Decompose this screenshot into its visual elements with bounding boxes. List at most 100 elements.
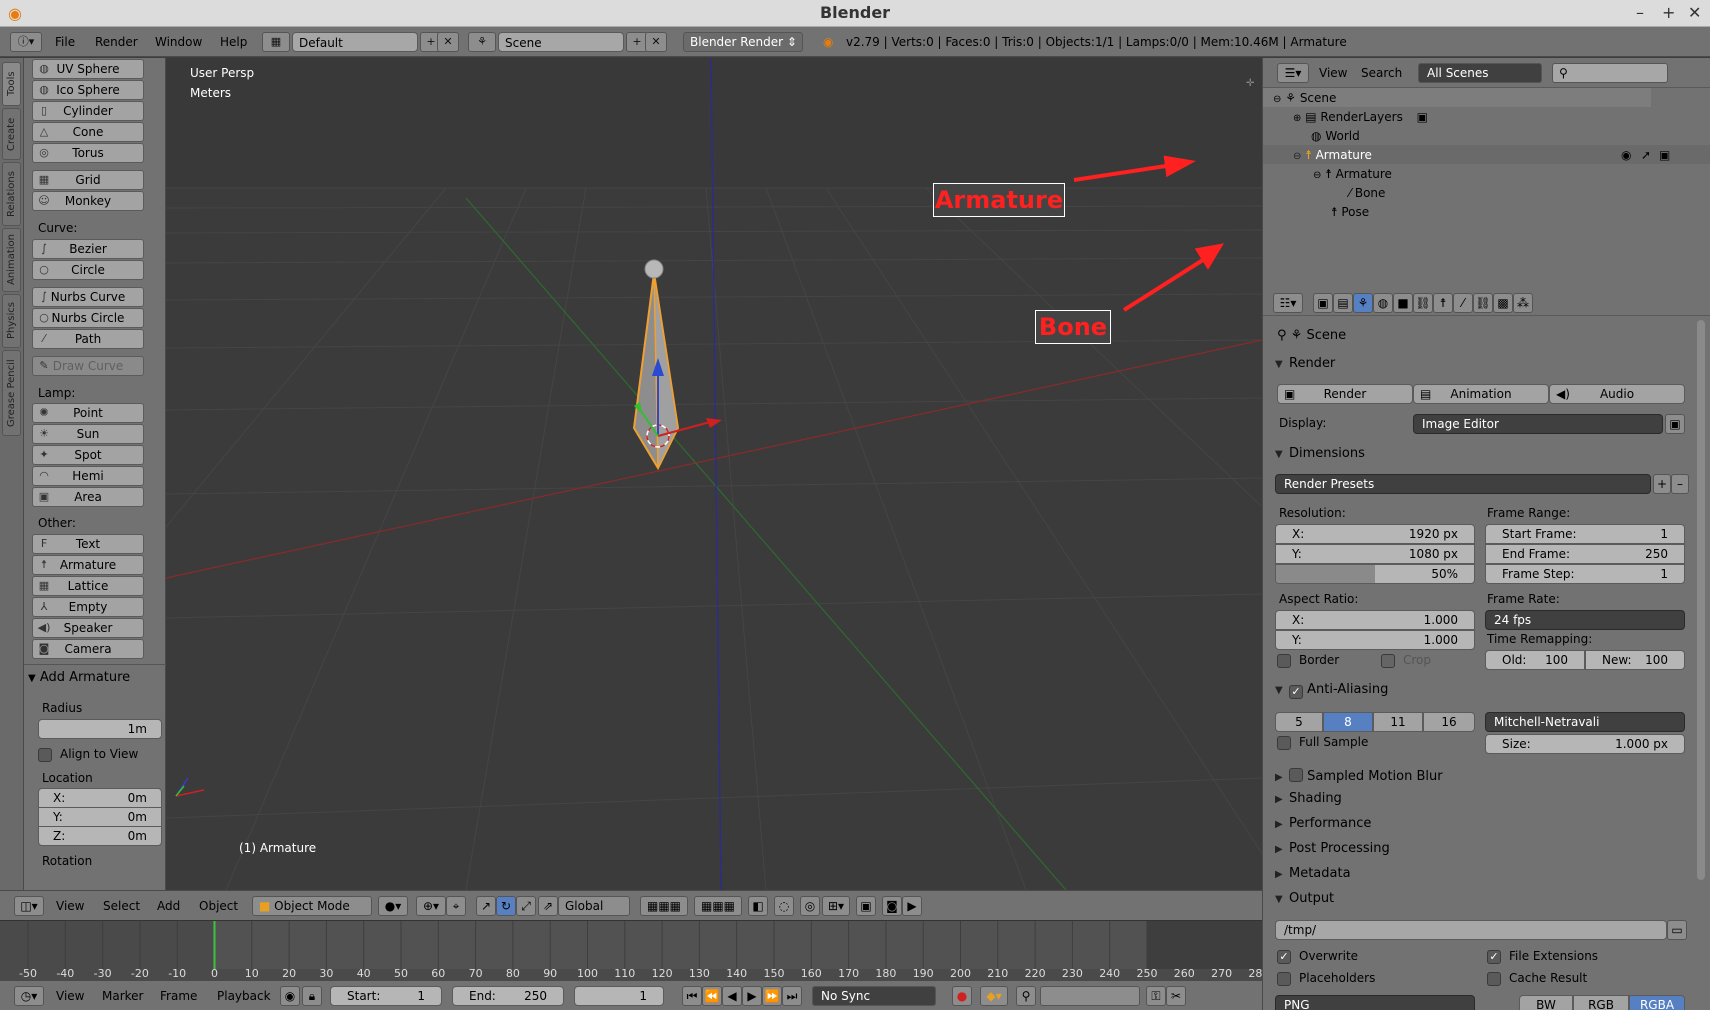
timeline-menu-marker[interactable]: Marker [102,989,143,1003]
radius-field[interactable]: 1m [38,719,162,739]
3d-viewport[interactable]: User Persp Meters (1) Armature Armature … [166,58,1262,890]
output-panel-header[interactable]: ▼ Output [1275,891,1695,906]
scene-context-icon[interactable]: ⚘ [1353,293,1373,313]
keying-set-field[interactable] [1040,986,1140,1006]
opengl-anim-icon[interactable]: ▶ [902,896,922,916]
selectability-cursor-icon[interactable]: ➚ [1641,145,1651,165]
add-cylinder-button[interactable]: ▯ Cylinder [32,101,144,121]
aa-sample-8[interactable]: 8 [1323,712,1373,732]
menu-render[interactable]: Render [95,27,138,57]
insert-keyframe-icon[interactable]: ⚿ [1146,986,1166,1006]
timeline-editor-type-icon[interactable]: ◷▾ [14,986,44,1006]
jump-next-key-icon[interactable]: ⏩ [762,986,782,1006]
tab-animation[interactable]: Animation [2,228,21,292]
render-engine-dropdown[interactable]: Blender Render ⇕ [683,32,803,52]
render-button[interactable]: ▣ Render [1277,384,1413,404]
play-icon[interactable]: ▶ [742,986,762,1006]
manipulator-extra-icon[interactable]: ⇗ [538,896,558,916]
translate-manipulator-icon[interactable]: ↗ [476,896,496,916]
collapse-icon[interactable]: ⊖ [1273,94,1281,105]
tab-relations[interactable]: Relations [2,162,21,226]
filter-size-field[interactable]: Size: 1.000 px [1485,734,1685,754]
anti-aliasing-checkbox[interactable]: ✓ [1289,685,1303,699]
resolution-y-field[interactable]: Y: 1080 px [1275,544,1475,564]
outliner-row-bone[interactable]: ⁄ Bone [1349,183,1385,203]
add-text-button[interactable]: F Text [32,534,144,554]
add-speaker-button[interactable]: ◀) Speaker [32,618,144,638]
viewport-editor-type-icon[interactable]: ◫▾ [14,896,44,916]
outliner-row-armature-data[interactable]: ⊖ ☨ Armature [1313,164,1392,184]
add-torus-button[interactable]: ◎ Torus [32,143,144,163]
output-path-input[interactable]: /tmp/ [1275,920,1667,940]
anti-aliasing-panel-header[interactable]: ▼ ✓ Anti-Aliasing [1275,682,1695,699]
location-y-field[interactable]: Y: 0m [38,807,162,827]
renderlayer-context-icon[interactable]: ▤ [1333,293,1353,313]
pivot-point-icon[interactable]: ⊕▾ [416,896,446,916]
rotate-manipulator-icon[interactable]: ↻ [496,896,516,916]
collapse-icon[interactable]: ⊖ [1293,151,1301,162]
viewport-menu-object[interactable]: Object [199,899,238,913]
close-icon[interactable]: ✕ [1688,3,1701,22]
outliner-editor-type-icon[interactable]: ☰▾ [1277,63,1309,83]
add-nurbs-curve-button[interactable]: ∫ Nurbs Curve [32,287,144,307]
motion-blur-panel-header[interactable]: ▶ Sampled Motion Blur [1275,766,1695,784]
start-frame-property[interactable]: Start Frame: 1 [1485,524,1685,544]
preset-remove-icon[interactable]: – [1671,474,1689,494]
minimize-icon[interactable]: – [1636,3,1644,22]
motion-blur-checkbox[interactable] [1289,768,1303,782]
tab-tools[interactable]: Tools [2,62,21,106]
data-context-icon[interactable]: ☨ [1433,293,1453,313]
outliner-menu-view[interactable]: View [1319,66,1347,80]
cache-result-checkbox[interactable] [1487,972,1501,986]
jump-start-icon[interactable]: ⏮ [682,986,702,1006]
lock-frame-icon[interactable]: 🔒︎ [302,986,322,1006]
add-grid-button[interactable]: ▦ Grid [32,170,144,190]
border-checkbox[interactable] [1277,654,1291,668]
preset-add-icon[interactable]: + [1653,474,1671,494]
add-empty-button[interactable]: ⅄ Empty [32,597,144,617]
dimensions-panel-header[interactable]: ▼ Dimensions [1275,446,1695,461]
render-presets-dropdown[interactable]: Render Presets [1275,474,1651,494]
time-remap-new-field[interactable]: New: 100 [1585,650,1685,670]
start-frame-field[interactable]: Start: 1 [330,986,442,1006]
layout-grid-icon[interactable]: ▦ [262,32,290,52]
crop-checkbox[interactable] [1381,654,1395,668]
timeline-menu-view[interactable]: View [56,989,84,1003]
location-x-field[interactable]: X: 0m [38,788,162,808]
delete-keyframe-icon[interactable]: ✂ [1166,986,1186,1006]
aa-filter-dropdown[interactable]: Mitchell-Netravali [1485,712,1685,732]
browse-folder-icon[interactable]: ▭ [1667,920,1687,940]
viewport-corner-icon[interactable]: ✛ [1246,78,1254,89]
physics-context-icon[interactable]: ⁂ [1513,293,1533,313]
shading-mode-icon[interactable]: ●▾ [378,896,408,916]
tab-grease-pencil[interactable]: Grease Pencil [2,350,21,436]
current-frame-field[interactable]: 1 [574,986,664,1006]
scene-icon[interactable]: ⚘ [468,32,496,52]
post-processing-panel-header[interactable]: ▶ Post Processing [1275,841,1695,856]
location-z-field[interactable]: Z: 0m [38,826,162,846]
frame-rate-dropdown[interactable]: 24 fps [1485,610,1685,630]
constraints-context-icon[interactable]: ⛓ [1413,293,1433,313]
full-sample-checkbox[interactable] [1277,736,1291,750]
add-ico-sphere-button[interactable]: ◍ Ico Sphere [32,80,144,100]
add-spot-lamp-button[interactable]: ✦ Spot [32,445,144,465]
file-extensions-checkbox[interactable]: ✓ [1487,950,1501,964]
renderability-camera-icon[interactable]: ▣ [1659,145,1670,165]
draw-curve-button[interactable]: ✎ Draw Curve [32,356,144,376]
add-path-button[interactable]: ⁄ Path [32,329,144,349]
keying-set-icon[interactable]: ⚲ [1016,986,1036,1006]
viewport-menu-view[interactable]: View [56,899,84,913]
menu-window[interactable]: Window [155,27,202,57]
keyframe-type-icon[interactable]: ◆▾ [980,986,1008,1006]
object-context-icon[interactable]: ■ [1393,293,1413,313]
add-point-lamp-button[interactable]: ✺ Point [32,403,144,423]
maximize-icon[interactable]: + [1662,3,1675,22]
audio-button[interactable]: ◀) Audio [1549,384,1685,404]
render-panel-header[interactable]: ▼ Render [1275,356,1695,371]
aa-sample-16[interactable]: 16 [1423,712,1475,732]
add-monkey-button[interactable]: ☺ Monkey [32,191,144,211]
orientation-dropdown[interactable]: Global [558,896,630,916]
lock-layers-icon[interactable]: ◧ [748,896,768,916]
layer-buttons-a[interactable]: ▦▦▦ [640,896,688,916]
end-frame-field[interactable]: End: 250 [452,986,564,1006]
